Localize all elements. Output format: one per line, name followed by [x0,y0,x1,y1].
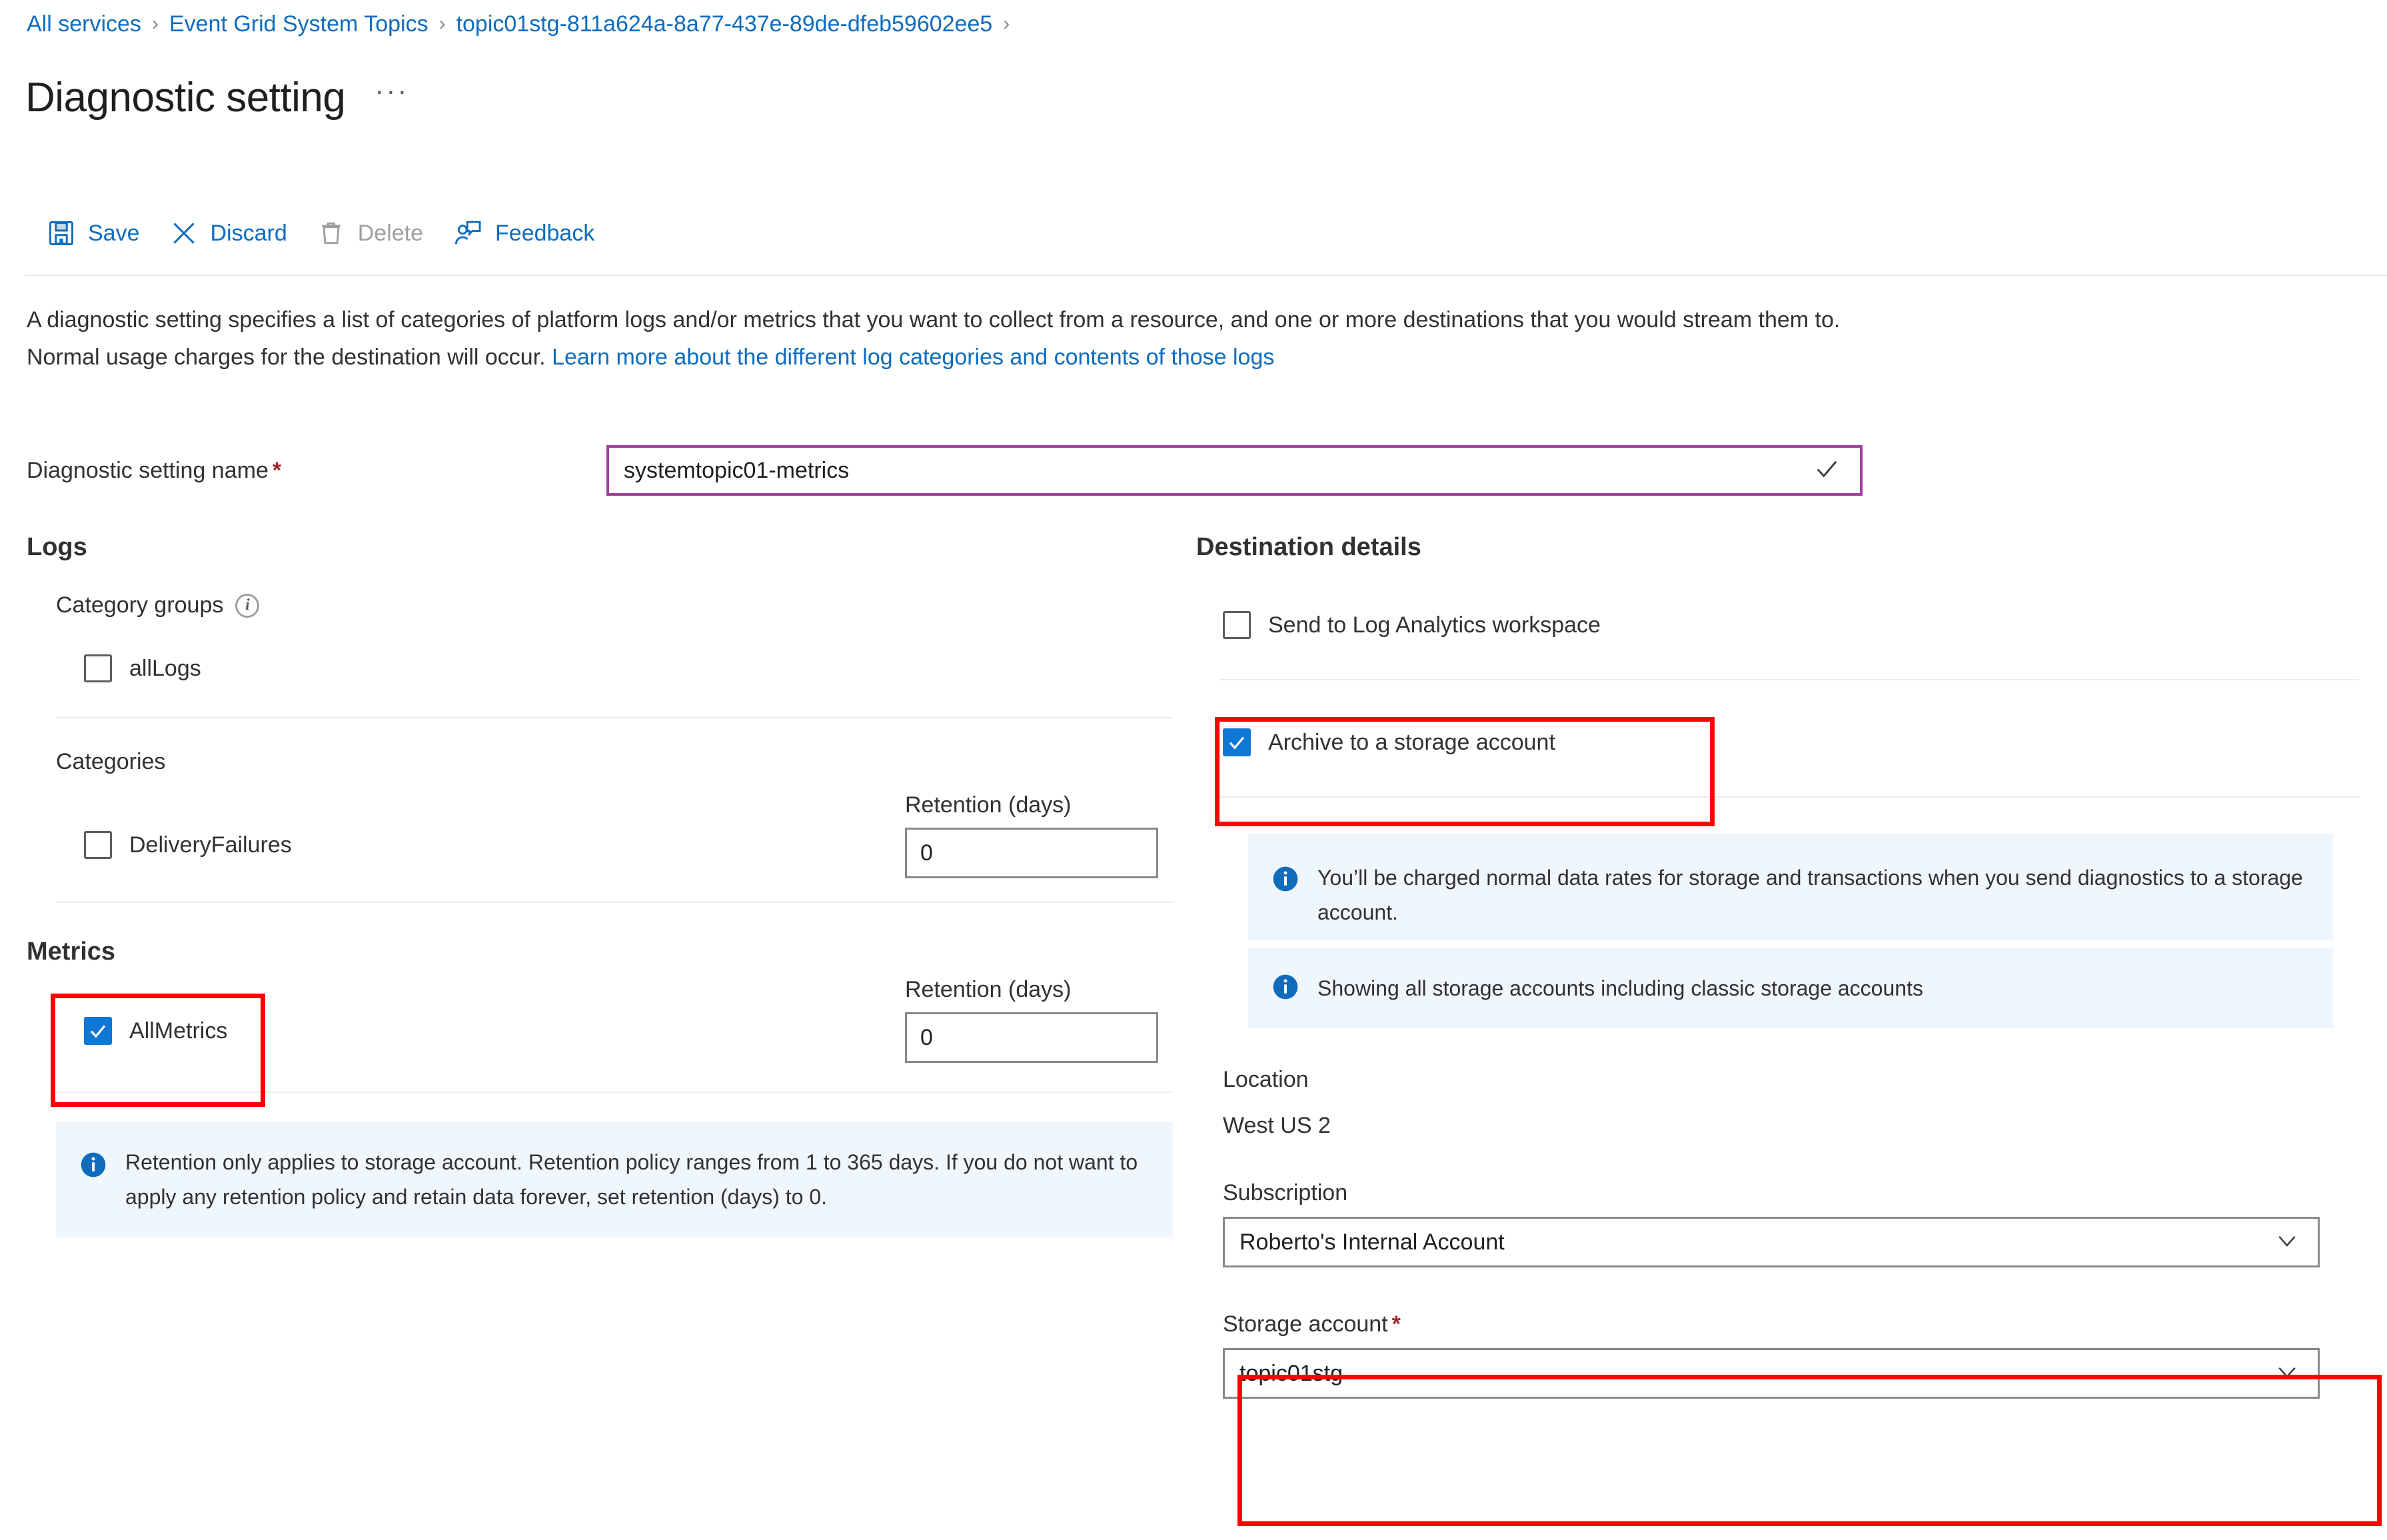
command-bar: Save Discard Delete Feedback [40,210,617,257]
delete-button: Delete [310,215,446,252]
close-icon [169,219,199,248]
log-analytics-checkbox[interactable] [1223,611,1251,639]
diagnostic-setting-name-label: Diagnostic setting name * [27,458,606,484]
storage-account-value: topic01stg [1239,1360,1343,1386]
logs-retention-field: Retention (days) [905,792,1158,878]
diagnostic-setting-name-input[interactable] [609,448,1860,493]
retention-info-text: Retention only applies to storage accoun… [125,1150,1138,1209]
allmetrics-checkbox[interactable] [84,1017,112,1045]
breadcrumb-separator-icon: › [1003,13,1010,35]
archive-storage-label[interactable]: Archive to a storage account [1268,730,1555,756]
valid-check-icon [1813,456,1840,486]
metrics-retention-label: Retention (days) [905,977,1072,1002]
save-label: Save [88,220,140,246]
feedback-label: Feedback [495,220,595,246]
showing-accounts-banner: Showing all storage accounts including c… [1248,948,2333,1028]
log-analytics-label[interactable]: Send to Log Analytics workspace [1268,612,1601,638]
showing-accounts-text: Showing all storage accounts including c… [1317,976,1923,1000]
info-icon[interactable]: i [235,593,260,618]
divider [56,1092,1173,1093]
checkbox-row-allmetrics[interactable]: AllMetrics [84,1017,227,1045]
metrics-retention-field: Retention (days) [905,977,1158,1063]
checkbox-row-archive-storage[interactable]: Archive to a storage account [1223,728,2359,756]
breadcrumb: All services › Event Grid System Topics … [27,9,1020,39]
page-header: Diagnostic setting ··· [25,73,408,123]
storage-charges-banner: You’ll be charged normal data rates for … [1248,834,2333,940]
diagnostic-setting-name-field[interactable] [606,445,1863,496]
deliveryfailures-checkbox[interactable] [84,831,112,859]
storage-account-select[interactable]: topic01stg [1223,1348,2320,1399]
logs-retention-input[interactable] [905,828,1158,878]
info-icon [1271,972,1300,1005]
metrics-retention-input[interactable] [905,1012,1158,1063]
logs-section-title: Logs [27,533,87,561]
alllogs-label[interactable]: allLogs [129,656,201,682]
checkbox-row-alllogs[interactable]: allLogs [84,654,1173,682]
storage-account-label: Storage account * [1223,1311,2359,1337]
divider [1220,679,2359,680]
metrics-row: AllMetrics Retention (days) [27,977,1173,1090]
breadcrumb-item-topic[interactable]: topic01stg-811a624a-8a77-437e-89de-dfeb5… [456,9,993,39]
categories-label: Categories [56,749,166,774]
retention-info-banner: Retention only applies to storage accoun… [56,1122,1173,1237]
save-icon [47,219,76,248]
category-groups-header: Category groups i [56,592,1173,618]
chevron-down-icon[interactable] [2274,1227,2300,1257]
info-icon [79,1145,108,1214]
destination-details-column: Destination details Send to Log Analytic… [1196,533,2359,1399]
subscription-select[interactable]: Roberto's Internal Account [1223,1217,2320,1267]
learn-more-link[interactable]: Learn more about the different log categ… [552,345,1274,370]
breadcrumb-separator-icon: › [438,13,446,35]
required-indicator: * [1391,1311,1401,1337]
more-options-icon[interactable]: ··· [375,77,408,115]
deliveryfailures-label[interactable]: DeliveryFailures [129,832,292,858]
feedback-button[interactable]: Feedback [446,214,617,253]
archive-storage-checkbox[interactable] [1223,728,1251,756]
destination-details-title: Destination details [1196,533,1421,561]
metrics-section-title: Metrics [27,938,116,966]
page-description: A diagnostic setting specifies a list of… [27,301,1919,376]
subscription-value: Roberto's Internal Account [1239,1229,1505,1255]
discard-label: Discard [210,220,287,246]
divider [56,717,1173,718]
divider [56,902,1173,903]
checkbox-row-log-analytics[interactable]: Send to Log Analytics workspace [1223,611,2359,639]
required-indicator: * [272,457,282,483]
discard-button[interactable]: Discard [163,215,310,252]
diagnostic-setting-name-row: Diagnostic setting name * [27,445,1863,496]
logs-retention-label: Retention (days) [905,792,1072,818]
location-value: West US 2 [1223,1113,1331,1138]
subscription-label: Subscription [1223,1180,1348,1205]
logs-metrics-column: Logs Category groups i allLogs Categorie… [27,533,1173,1237]
storage-charges-text: You’ll be charged normal data rates for … [1317,866,2303,924]
info-icon [1271,860,1300,897]
diagnostic-setting-page: All services › Event Grid System Topics … [0,0,2387,1540]
feedback-icon [452,218,483,249]
command-bar-divider [25,275,2387,276]
divider [1220,796,2359,798]
trash-icon [317,219,346,248]
checkbox-row-deliveryfailures[interactable]: DeliveryFailures [84,831,292,859]
categories-row: DeliveryFailures Retention (days) [27,792,1173,899]
category-groups-label: Category groups [56,592,224,618]
breadcrumb-item-all-services[interactable]: All services [27,9,141,39]
breadcrumb-separator-icon: › [151,13,159,35]
allmetrics-label[interactable]: AllMetrics [129,1018,227,1044]
page-title: Diagnostic setting [25,75,346,121]
chevron-down-icon[interactable] [2274,1359,2300,1389]
delete-label: Delete [357,220,424,246]
label-text: Diagnostic setting name [27,457,269,483]
location-label: Location [1223,1067,1309,1092]
breadcrumb-item-event-grid-system-topics[interactable]: Event Grid System Topics [169,9,428,39]
save-button[interactable]: Save [40,215,163,252]
label-text: Storage account [1223,1311,1388,1337]
alllogs-checkbox[interactable] [84,654,112,682]
